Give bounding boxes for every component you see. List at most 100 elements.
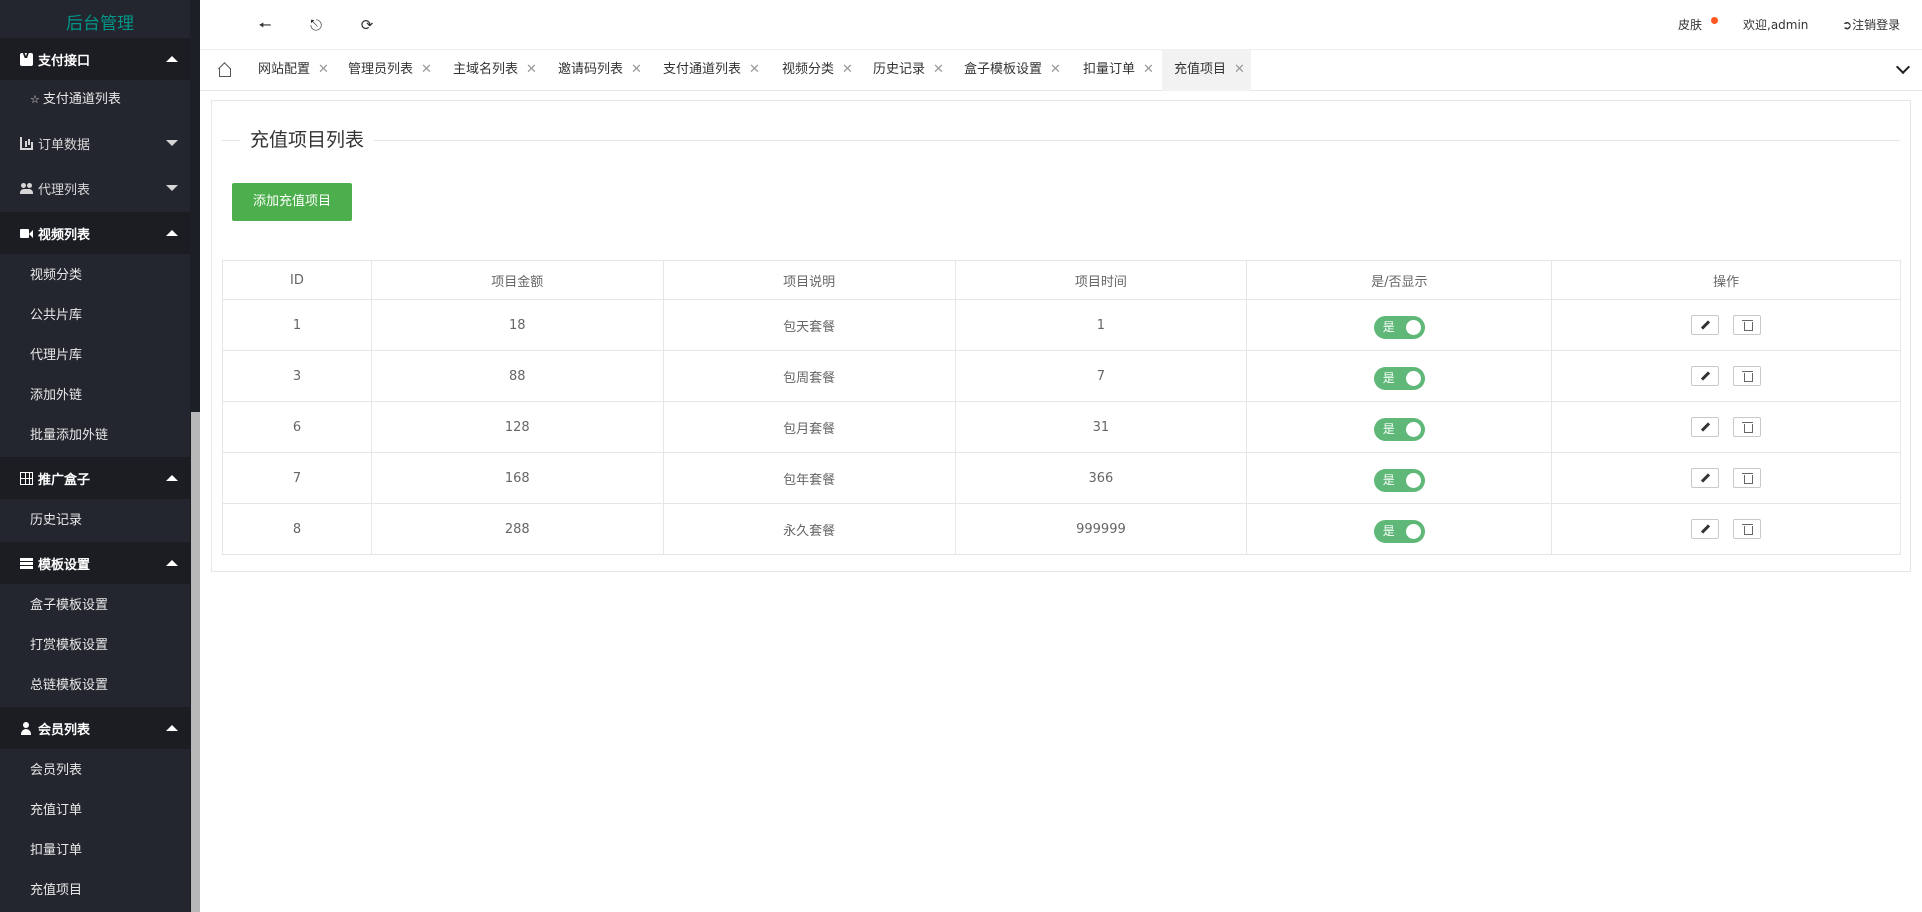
table-grid-icon [20,471,33,485]
table-row: 7 168 包年套餐 366 是 [222,452,1901,504]
sidebar-item-agent-library[interactable]: 代理片库 [0,336,190,376]
nav-group-agents[interactable]: 代理列表 [0,167,190,209]
tab-deduction-orders[interactable]: 扣量订单 ✕ [1071,50,1160,91]
close-icon[interactable]: ✕ [1143,62,1154,77]
sidebar-item-reward-template[interactable]: 打赏模板设置 [0,626,190,666]
sidebar-item-member-list[interactable]: 会员列表 [0,751,190,791]
cell-actions [1551,452,1901,504]
sidebar-item-history[interactable]: 历史记录 [0,501,190,541]
sidebar-item-recharge-items[interactable]: 充值项目 [0,871,190,911]
close-icon[interactable]: ✕ [933,62,944,77]
cell-time: 7 [954,350,1248,402]
user-icon [20,721,33,735]
nav-group-members[interactable]: 会员列表 [0,707,190,749]
welcome-user[interactable]: 欢迎,admin [1743,0,1808,50]
sidebar: 后台管理 支付接口 ☆支付通道列表 订单数据 代理列表 视频列表 视频分类 公共… [0,0,200,912]
close-icon[interactable]: ✕ [421,62,432,77]
sidebar-item-public-library[interactable]: 公共片库 [0,296,190,336]
tab-bar: 网站配置 ✕ 管理员列表 ✕ 主域名列表 ✕ 邀请码列表 ✕ 支付通道列表 ✕ 视频分类 ✕… [200,50,1922,91]
nav-group-label: 视频列表 [38,227,91,243]
recharge-items-table: ID 项目金额 项目说明 项目时间 是/否显示 操作 1 18 包天套餐 1 是 [222,260,1901,555]
tab-history[interactable]: 历史记录 ✕ [861,50,950,91]
main-content: 充值项目列表 添加充值项目 ID 项目金额 项目说明 项目时间 是/否显示 操作… [200,92,1922,912]
server-icon [20,557,33,570]
tab-video-category[interactable]: 视频分类 ✕ [770,50,859,91]
delete-trash-icon[interactable] [1733,417,1762,437]
edit-pencil-icon[interactable] [1691,315,1720,335]
fullscreen-icon[interactable]: ⎋ [305,14,327,36]
nav-group-templates[interactable]: 模板设置 [0,542,190,584]
cell-description: 包周套餐 [662,350,956,402]
nav-group-payment[interactable]: 支付接口 [0,38,190,80]
sidebar-item-master-link-template[interactable]: 总链模板设置 [0,666,190,706]
sidebar-item-batch-add-external-link[interactable]: 批量添加外链 [0,416,190,456]
sidebar-item-recharge-orders[interactable]: 充值订单 [0,791,190,831]
close-icon[interactable]: ✕ [842,62,853,77]
video-camera-icon [20,227,33,240]
tab-main-domain-list[interactable]: 主域名列表 ✕ [441,50,543,91]
back-arrow-icon[interactable]: 🠔 [254,14,276,36]
tab-pay-channel-list[interactable]: 支付通道列表 ✕ [651,50,766,91]
cell-id: 7 [222,452,372,504]
tab-box-template[interactable]: 盒子模板设置 ✕ [952,50,1067,91]
close-icon[interactable]: ✕ [749,62,760,77]
toggle-knob [1405,421,1421,437]
tab-invite-code-list[interactable]: 邀请码列表 ✕ [546,50,648,91]
caret-up-icon [166,230,178,236]
close-icon[interactable]: ✕ [631,62,642,77]
cell-id: 8 [222,503,372,555]
edit-pencil-icon[interactable] [1691,366,1720,386]
tab-admin-list[interactable]: 管理员列表 ✕ [336,50,438,91]
visibility-toggle[interactable]: 是 [1373,315,1425,339]
edit-pencil-icon[interactable] [1691,468,1720,488]
tab-recharge-items[interactable]: 充值项目 ✕ [1162,50,1251,91]
visibility-toggle[interactable]: 是 [1373,366,1425,390]
chevron-down-icon[interactable] [1895,59,1911,75]
column-header-time: 项目时间 [954,260,1248,300]
cell-id: 3 [222,350,372,402]
edit-pencil-icon[interactable] [1691,417,1720,437]
caret-up-icon [166,56,178,62]
caret-up-icon [166,475,178,481]
cell-amount: 168 [370,452,664,504]
shield-icon [20,50,33,66]
delete-trash-icon[interactable] [1733,315,1762,335]
cell-time: 31 [954,401,1248,453]
cell-actions [1551,503,1901,555]
delete-trash-icon[interactable] [1733,366,1762,386]
column-header-amount: 项目金额 [370,260,664,300]
column-header-actions: 操作 [1551,260,1901,300]
delete-trash-icon[interactable] [1733,519,1762,539]
sidebar-item-box-template[interactable]: 盒子模板设置 [0,586,190,626]
add-recharge-item-button[interactable]: 添加充值项目 [232,183,352,221]
skin-button[interactable]: 皮肤 [1678,0,1702,50]
caret-down-icon [166,185,178,191]
delete-trash-icon[interactable] [1733,468,1762,488]
page-title: 充值项目列表 [240,127,375,153]
close-icon[interactable]: ✕ [318,62,329,77]
users-icon [20,182,33,195]
home-icon[interactable] [218,63,232,77]
visibility-toggle[interactable]: 是 [1373,519,1425,543]
tab-site-config[interactable]: 网站配置 ✕ [246,50,335,91]
visibility-toggle[interactable]: 是 [1373,468,1425,492]
nav-group-orders[interactable]: 订单数据 [0,122,190,164]
close-icon[interactable]: ✕ [526,62,537,77]
sidebar-scrollbar-thumb[interactable] [191,412,200,912]
close-icon[interactable]: ✕ [1050,62,1061,77]
visibility-toggle[interactable]: 是 [1373,417,1425,441]
logout-button[interactable]: ➲注销登录 [1842,0,1900,50]
sidebar-item-add-external-link[interactable]: 添加外链 [0,376,190,416]
nav-group-videos[interactable]: 视频列表 [0,212,190,254]
sidebar-item-pay-channel-list[interactable]: ☆ 支付通道列表 [0,80,190,120]
sidebar-item-video-category[interactable]: 视频分类 [0,256,190,296]
sidebar-item-deduction-orders[interactable]: 扣量订单 [0,831,190,871]
toggle-knob [1405,472,1421,488]
toggle-knob [1405,319,1421,335]
edit-pencil-icon[interactable] [1691,519,1720,539]
refresh-icon[interactable]: ⟳ [356,14,378,36]
close-icon[interactable]: ✕ [1234,62,1245,77]
cell-time: 1 [954,299,1248,351]
nav-group-promo-box[interactable]: 推广盒子 [0,457,190,499]
cell-actions [1551,299,1901,351]
